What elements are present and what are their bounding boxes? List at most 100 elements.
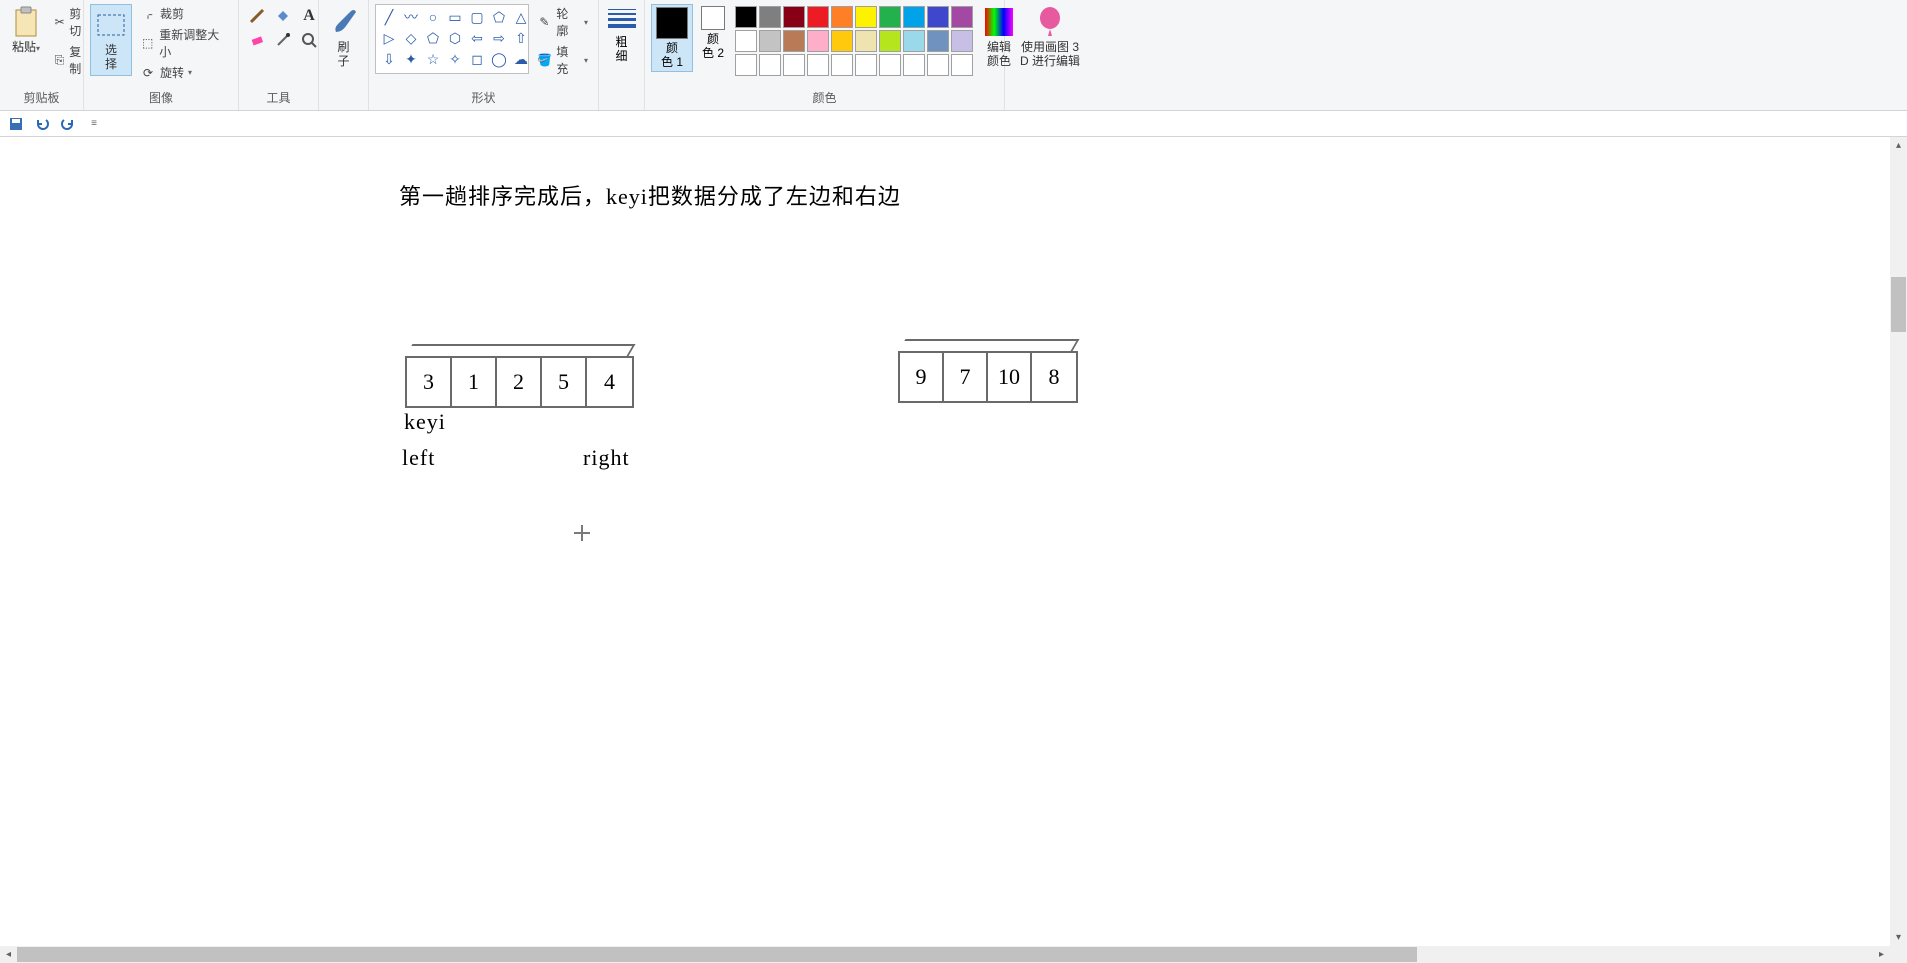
- rotate-label: 旋转: [160, 64, 184, 81]
- color-swatch[interactable]: [831, 54, 853, 76]
- color-palette: [733, 4, 975, 78]
- magnify-tool[interactable]: [299, 30, 319, 50]
- color-swatch[interactable]: [927, 54, 949, 76]
- copy-icon: ⎘: [54, 52, 65, 68]
- paint3d-button[interactable]: 使用画图 3 D 进行编辑: [1016, 4, 1084, 70]
- color2-swatch: [701, 6, 725, 30]
- horizontal-scroll-thumb[interactable]: [17, 947, 1417, 962]
- scroll-right-button[interactable]: ▸: [1873, 946, 1890, 963]
- scroll-down-button[interactable]: ▾: [1890, 929, 1907, 946]
- right-label: right: [583, 445, 630, 471]
- shapes-gallery[interactable]: ╱〰○▭▢⬠△ ▷◇⬠⬡⇦⇨⇧ ⇩✦☆✧◻◯☁ ▴▾▾: [375, 4, 529, 74]
- canvas-area[interactable]: 第一趟排序完成后，keyi把数据分成了左边和右边 31254 keyi left…: [0, 137, 1890, 946]
- color1-button[interactable]: 颜 色 1: [651, 4, 693, 72]
- array-cell: 8: [1032, 353, 1076, 401]
- fill-label: 填充: [556, 43, 580, 77]
- array-cell: 7: [944, 353, 988, 401]
- stroke-label: 粗 细: [615, 35, 627, 63]
- scroll-up-button[interactable]: ▴: [1890, 137, 1907, 154]
- array-cell: 3: [407, 358, 452, 406]
- balloon-icon: [1034, 6, 1066, 38]
- eraser-tool[interactable]: [247, 30, 267, 50]
- resize-button[interactable]: ⬚ 重新调整大小: [136, 25, 232, 61]
- outline-button[interactable]: ✎ 轮廓▾: [533, 4, 592, 40]
- vertical-scroll-thumb[interactable]: [1891, 277, 1906, 332]
- array-cell: 4: [587, 358, 632, 406]
- save-button[interactable]: [6, 114, 26, 134]
- group-shapes: ╱〰○▭▢⬠△ ▷◇⬠⬡⇦⇨⇧ ⇩✦☆✧◻◯☁ ▴▾▾ ✎ 轮廓▾ 🪣 填充▾ …: [369, 0, 599, 110]
- outline-icon: ✎: [537, 14, 553, 30]
- quick-access-toolbar: ≡: [0, 111, 1907, 137]
- stroke-icon: [608, 6, 636, 31]
- ribbon: 粘贴▾ ✂ 剪切 ⎘ 复制 剪贴板 选 择: [0, 0, 1907, 111]
- paste-button[interactable]: 粘贴▾: [6, 4, 46, 58]
- color-swatch[interactable]: [879, 54, 901, 76]
- color-swatch[interactable]: [951, 54, 973, 76]
- rotate-button[interactable]: ⟳ 旋转▾: [136, 63, 232, 82]
- fill-tool[interactable]: [273, 6, 293, 26]
- vertical-scrollbar[interactable]: ▴ ▾: [1890, 137, 1907, 946]
- scroll-left-button[interactable]: ◂: [0, 946, 17, 963]
- color-swatch[interactable]: [855, 54, 877, 76]
- color-swatch[interactable]: [831, 6, 853, 28]
- group-brush: 刷 子: [319, 0, 369, 110]
- color-swatch[interactable]: [735, 30, 757, 52]
- color-swatch[interactable]: [807, 30, 829, 52]
- color-swatch[interactable]: [831, 30, 853, 52]
- group-label-colors: 颜色: [651, 89, 998, 108]
- brush-icon: [328, 6, 360, 38]
- undo-button[interactable]: [32, 114, 52, 134]
- color-swatch[interactable]: [879, 30, 901, 52]
- color-swatch[interactable]: [903, 30, 925, 52]
- color-swatch[interactable]: [735, 54, 757, 76]
- rotate-icon: ⟳: [140, 65, 156, 81]
- color-swatch[interactable]: [783, 30, 805, 52]
- color-swatch[interactable]: [783, 6, 805, 28]
- color-swatch[interactable]: [879, 6, 901, 28]
- group-clipboard: 粘贴▾ ✂ 剪切 ⎘ 复制 剪贴板: [0, 0, 84, 110]
- left-label: left: [402, 445, 435, 471]
- color-swatch[interactable]: [807, 54, 829, 76]
- color-swatch[interactable]: [855, 30, 877, 52]
- color-swatch[interactable]: [903, 54, 925, 76]
- color-swatch[interactable]: [759, 54, 781, 76]
- text-tool[interactable]: A: [299, 6, 319, 26]
- group-stroke: 粗 细: [599, 0, 645, 110]
- color-swatch[interactable]: [855, 6, 877, 28]
- group-label-brush: [325, 106, 362, 108]
- select-button[interactable]: 选 择: [90, 4, 132, 76]
- fill-button[interactable]: 🪣 填充▾: [533, 42, 592, 78]
- color-swatch[interactable]: [759, 6, 781, 28]
- color-swatch[interactable]: [783, 54, 805, 76]
- pencil-tool[interactable]: [247, 6, 267, 26]
- clipboard-icon: [10, 6, 42, 38]
- crop-icon: ⌌: [140, 6, 156, 22]
- group-paint3d: 使用画图 3 D 进行编辑: [1005, 0, 1095, 110]
- picker-tool[interactable]: [273, 30, 293, 50]
- color-swatch[interactable]: [927, 6, 949, 28]
- color-swatch[interactable]: [927, 30, 949, 52]
- outline-label: 轮廓: [556, 5, 580, 39]
- crop-button[interactable]: ⌌ 裁剪: [136, 4, 232, 23]
- color-swatch[interactable]: [951, 30, 973, 52]
- redo-button[interactable]: [58, 114, 78, 134]
- paste-label: 粘贴: [12, 40, 36, 54]
- brush-button[interactable]: 刷 子: [324, 4, 364, 70]
- horizontal-scrollbar[interactable]: ◂ ▸: [0, 946, 1890, 963]
- color-swatch[interactable]: [759, 30, 781, 52]
- scissors-icon: ✂: [54, 14, 65, 30]
- color1-label: 颜 色 1: [661, 41, 683, 69]
- brush-label: 刷 子: [337, 40, 349, 68]
- stroke-width-button[interactable]: 粗 细: [602, 4, 642, 65]
- color-swatch[interactable]: [807, 6, 829, 28]
- qat-customize[interactable]: ≡: [84, 114, 104, 134]
- group-label-tools: 工具: [245, 89, 312, 108]
- color2-button[interactable]: 颜 色 2: [697, 4, 729, 62]
- color1-swatch: [656, 7, 688, 39]
- group-colors: 颜 色 1 颜 色 2 编辑 颜色 颜色: [645, 0, 1005, 110]
- color-swatch[interactable]: [903, 6, 925, 28]
- select-icon: [95, 9, 127, 41]
- color-swatch[interactable]: [735, 6, 757, 28]
- color-swatch[interactable]: [951, 6, 973, 28]
- select-label: 选 择: [105, 43, 117, 71]
